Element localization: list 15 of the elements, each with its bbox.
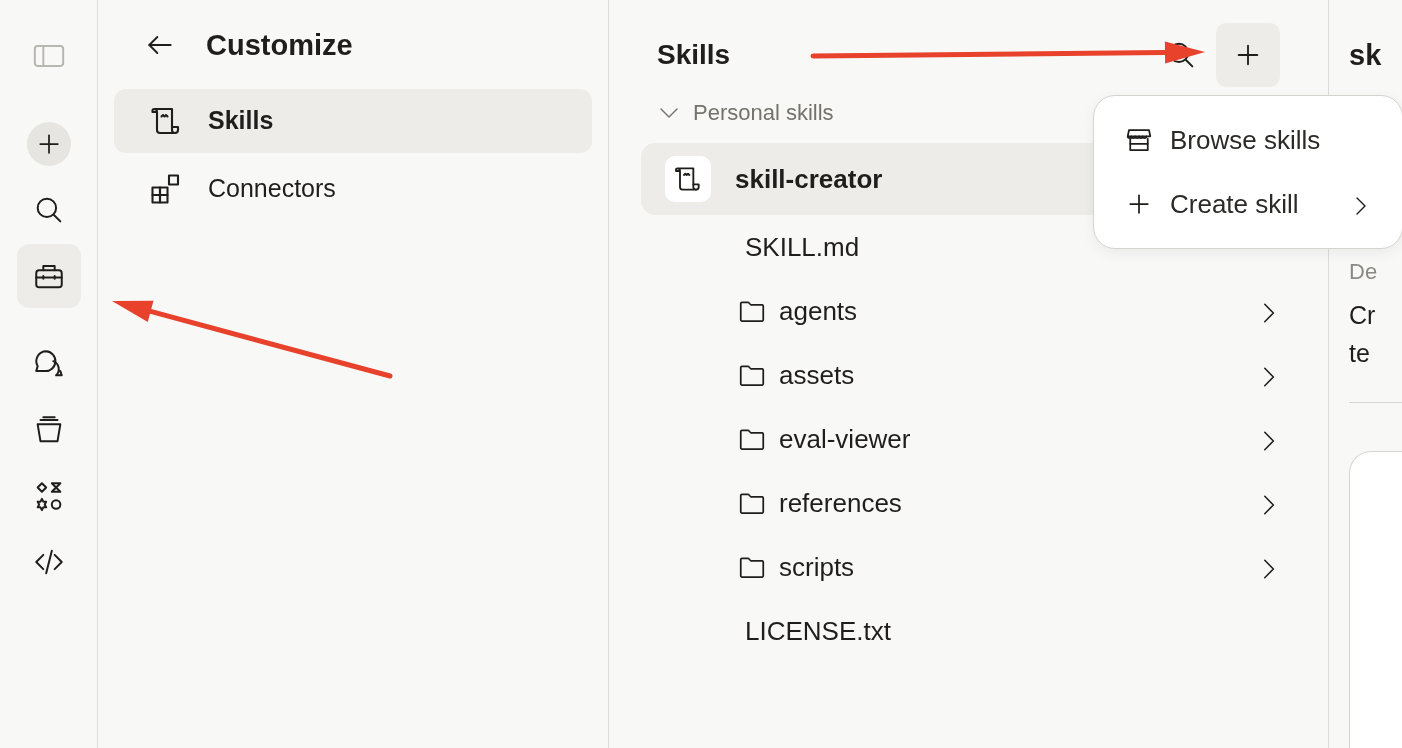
panel-title: Skills: [656, 38, 731, 72]
nav-item[interactable]: Connectors: [114, 156, 592, 221]
file-item[interactable]: LICENSE.txt: [641, 599, 1301, 663]
section-toggle[interactable]: Personal skills: [641, 96, 834, 129]
field-label: De: [1349, 258, 1379, 286]
sidebar-button[interactable]: [16, 244, 81, 308]
folder-item[interactable]: eval-viewer: [641, 407, 1301, 471]
folder-item[interactable]: assets: [641, 343, 1301, 407]
detail-title: sk: [1349, 38, 1383, 73]
folder-item[interactable]: agents: [641, 279, 1301, 343]
folder-item[interactable]: scripts: [641, 535, 1301, 599]
nav-item[interactable]: Skills: [114, 88, 592, 153]
folder-item[interactable]: references: [641, 471, 1301, 535]
description-text: Cr te: [1349, 300, 1377, 369]
panel-title: Customize: [206, 28, 353, 63]
